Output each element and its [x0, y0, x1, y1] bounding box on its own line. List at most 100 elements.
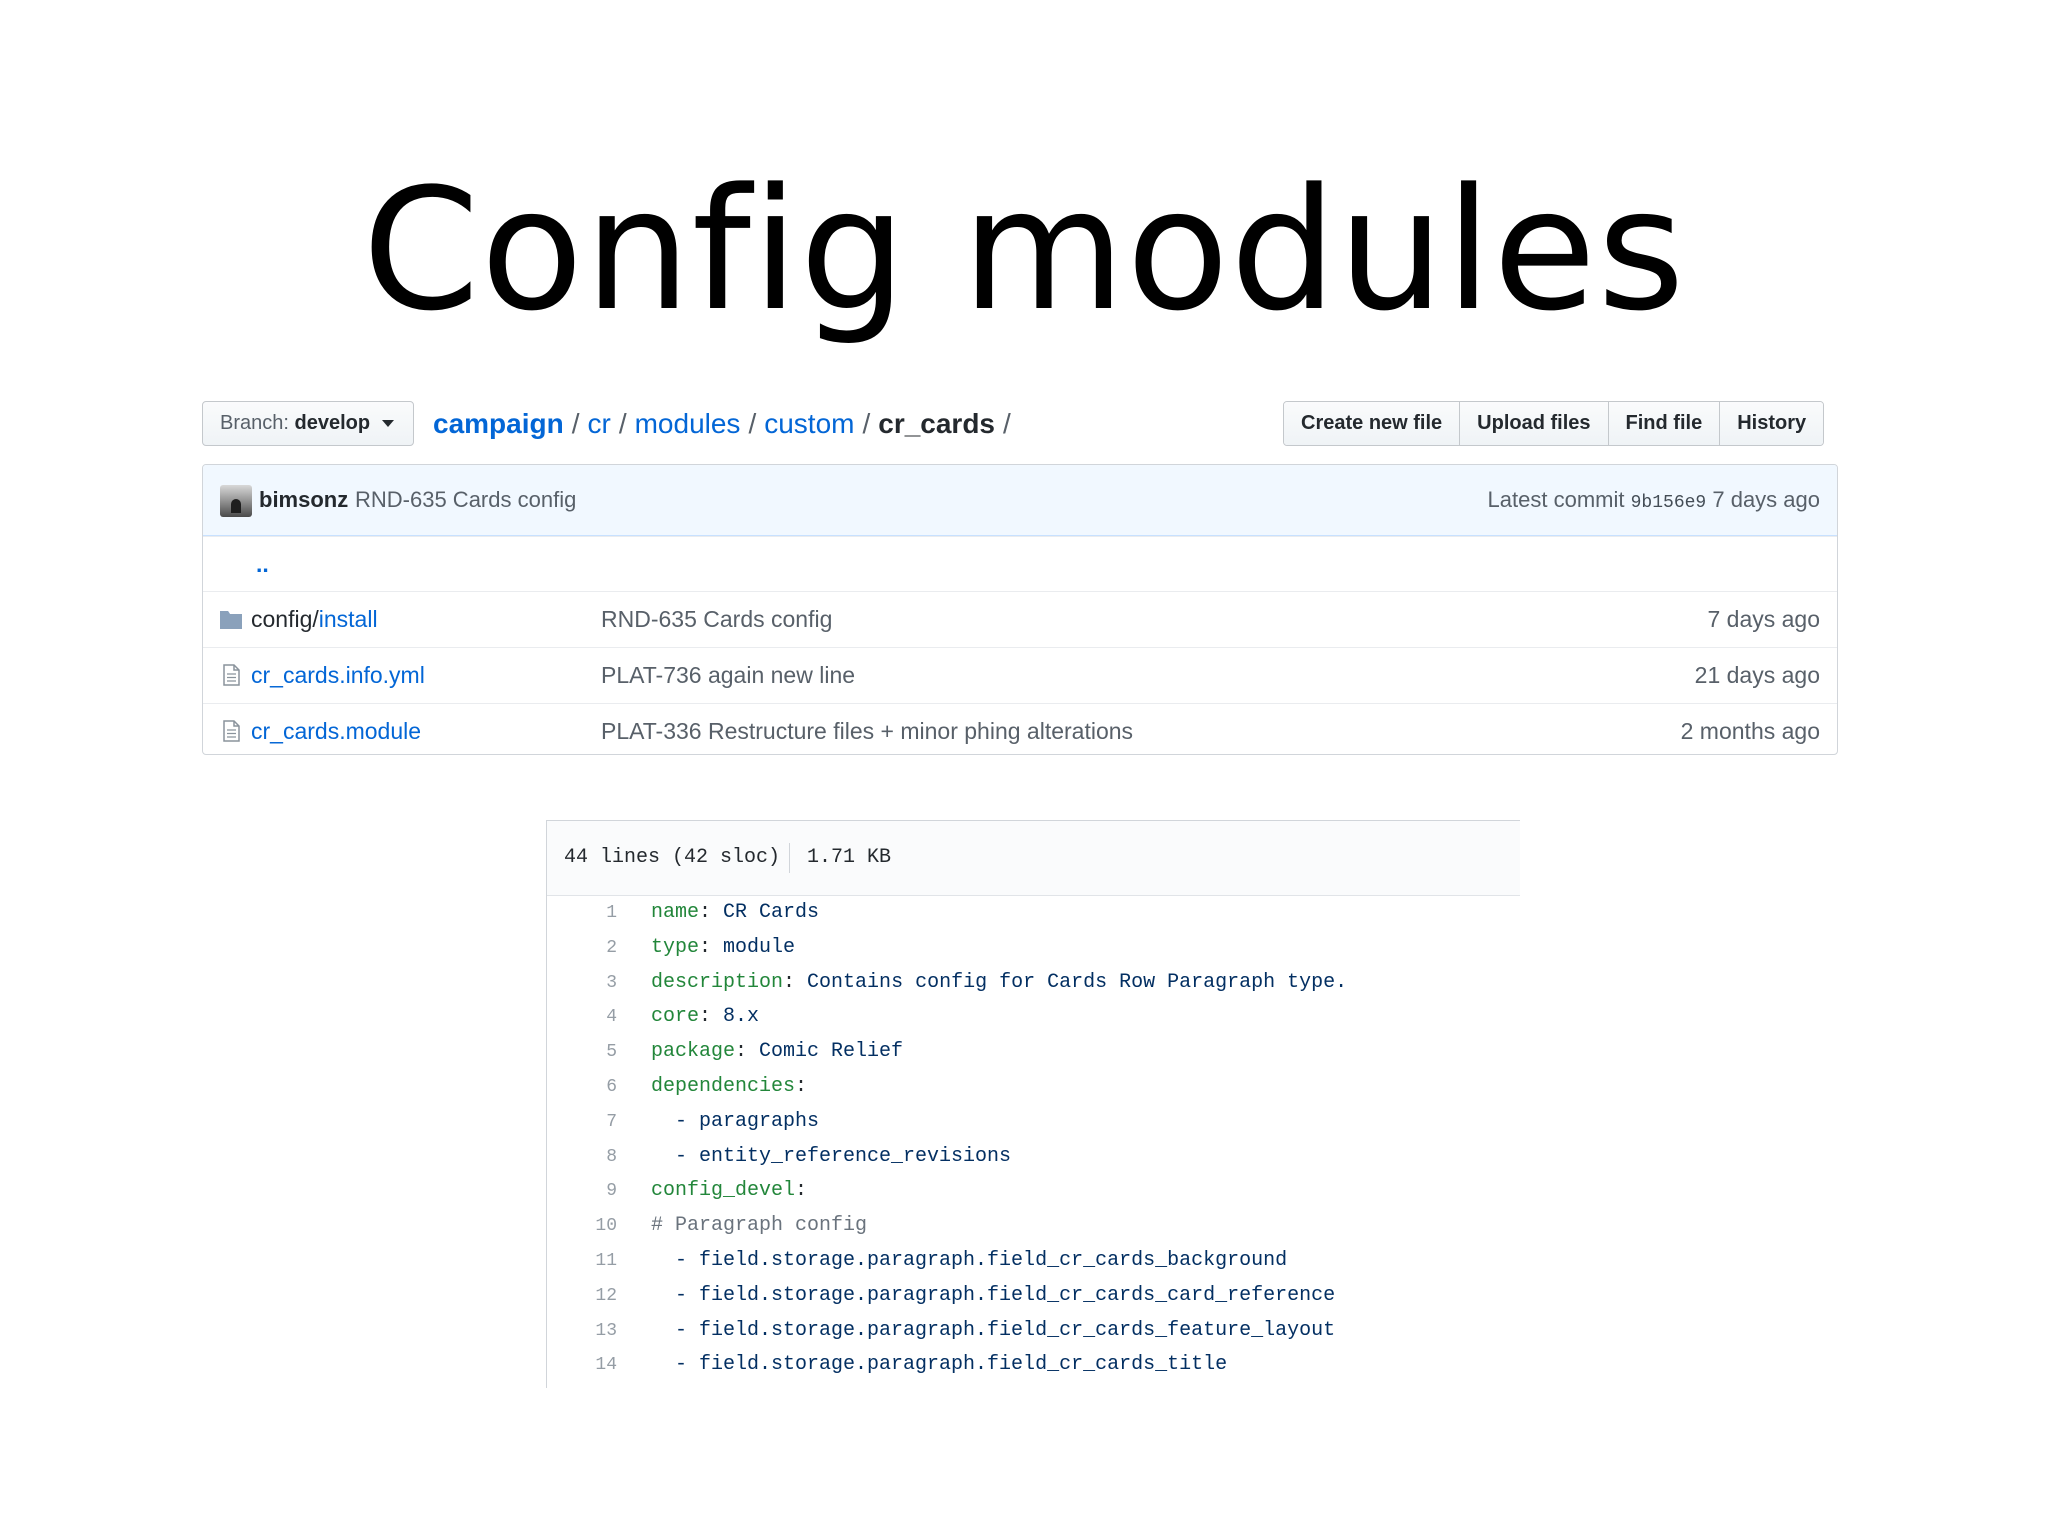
code-line: 7 - paragraphs: [547, 1105, 1520, 1140]
file-actions-button-group: Create new file Upload files Find file H…: [1283, 401, 1825, 446]
file-commit-message[interactable]: PLAT-736 again new line: [601, 648, 855, 703]
create-new-file-button[interactable]: Create new file: [1284, 402, 1461, 445]
commit-age: 7 days ago: [1712, 487, 1820, 512]
file-icon: [223, 664, 240, 686]
line-number[interactable]: 12: [547, 1279, 617, 1314]
yaml-value: - field.storage.paragraph.field_cr_cards…: [651, 1248, 1288, 1272]
code-text: name: CR Cards: [651, 896, 819, 931]
line-number[interactable]: 3: [547, 966, 617, 1001]
yaml-value: 8.x: [711, 1005, 760, 1029]
parent-directory-link[interactable]: ..: [256, 537, 269, 592]
line-number[interactable]: 8: [547, 1140, 617, 1175]
code-text: - paragraphs: [651, 1105, 819, 1140]
divider: [789, 843, 790, 873]
breadcrumb-separator: /: [618, 408, 627, 439]
line-number[interactable]: 9: [547, 1174, 617, 1209]
code-line: 8 - entity_reference_revisions: [547, 1140, 1520, 1175]
latest-commit-info: Latest commit 9b156e9 7 days ago: [1488, 465, 1820, 538]
breadcrumb-separator: /: [862, 408, 871, 439]
file-commit-message[interactable]: RND-635 Cards config: [601, 592, 832, 647]
commit-sha[interactable]: 9b156e9: [1631, 493, 1707, 513]
code-text: - field.storage.paragraph.field_cr_cards…: [651, 1244, 1287, 1279]
breadcrumb-separator: /: [1003, 408, 1011, 439]
yaml-value: CR Cards: [711, 901, 820, 924]
file-name[interactable]: cr_cards.module: [251, 704, 421, 754]
yaml-key: package: [651, 1040, 736, 1064]
breadcrumb-link-modules[interactable]: modules: [635, 408, 741, 439]
line-number[interactable]: 2: [547, 931, 617, 966]
code-viewer: 44 lines (42 sloc) 1.71 KB 1 name: CR Car…: [546, 820, 1520, 1388]
breadcrumb-current: cr_cards: [878, 408, 996, 439]
breadcrumb-link-custom[interactable]: custom: [764, 408, 854, 439]
line-count: 44 lines (42 sloc): [564, 846, 781, 869]
code-line: 6 dependencies:: [547, 1070, 1520, 1105]
line-number[interactable]: 10: [547, 1209, 617, 1244]
latest-commit-label: Latest commit: [1487, 487, 1625, 512]
folder-name-link[interactable]: install: [319, 606, 378, 632]
yaml-colon: :: [795, 1179, 808, 1203]
find-file-button[interactable]: Find file: [1608, 402, 1721, 445]
code-line: 5 package: Comic Relief: [547, 1035, 1520, 1070]
code-line: 2 type: module: [547, 931, 1520, 966]
breadcrumb-separator: /: [571, 408, 580, 439]
file-commit-message[interactable]: PLAT-336 Restructure files + minor phing…: [601, 704, 1133, 754]
file-name-link[interactable]: cr_cards.module: [251, 718, 421, 744]
yaml-value: - paragraphs: [651, 1109, 820, 1133]
yaml-value: Contains config for Cards Row Paragraph …: [795, 970, 1348, 994]
yaml-value: - field.storage.paragraph.field_cr_cards…: [651, 1353, 1228, 1377]
line-number[interactable]: 6: [547, 1070, 617, 1105]
line-number[interactable]: 5: [547, 1035, 617, 1070]
branch-label: Branch:: [220, 412, 289, 434]
commit-author[interactable]: bimsonz: [259, 465, 348, 535]
yaml-colon: :: [795, 1074, 808, 1098]
file-name[interactable]: cr_cards.info.yml: [251, 648, 425, 703]
yaml-value: module: [711, 935, 796, 959]
yaml-value: - entity_reference_revisions: [651, 1144, 1012, 1168]
code-line: 4 core: 8.x: [547, 1000, 1520, 1035]
latest-commit-bar: bimsonz RND-635 Cards config Latest comm…: [203, 465, 1837, 536]
file-listing: bimsonz RND-635 Cards config Latest comm…: [202, 464, 1838, 755]
breadcrumb-separator: /: [748, 408, 757, 439]
code-line: 14 - field.storage.paragraph.field_cr_ca…: [547, 1348, 1520, 1383]
line-number[interactable]: 11: [547, 1244, 617, 1279]
breadcrumb-link-cr[interactable]: cr: [587, 408, 610, 439]
file-icon: [223, 720, 240, 742]
history-button[interactable]: History: [1720, 402, 1824, 445]
yaml-key: type: [651, 935, 700, 959]
code-line: 10 # Paragraph config: [547, 1209, 1520, 1244]
code-text: - entity_reference_revisions: [651, 1140, 1011, 1175]
line-number[interactable]: 7: [547, 1105, 617, 1140]
code-file-info: 44 lines (42 sloc) 1.71 KB: [547, 821, 1520, 896]
code-text: description: Contains config for Cards R…: [651, 966, 1347, 1001]
yaml-key: name: [651, 901, 700, 924]
code-text: core: 8.x: [651, 1000, 759, 1035]
upload-files-button[interactable]: Upload files: [1460, 402, 1609, 445]
file-row: cr_cards.module PLAT-336 Restructure fil…: [203, 703, 1837, 754]
file-name[interactable]: config/install: [251, 592, 378, 647]
line-number[interactable]: 4: [547, 1000, 617, 1035]
file-row: config/install RND-635 Cards config 7 da…: [203, 591, 1837, 647]
file-row: cr_cards.info.yml PLAT-736 again new lin…: [203, 647, 1837, 703]
commit-message[interactable]: RND-635 Cards config: [355, 465, 576, 535]
avatar[interactable]: [220, 485, 252, 517]
code-text: - field.storage.paragraph.field_cr_cards…: [651, 1314, 1335, 1349]
breadcrumb-link-campaign[interactable]: campaign: [433, 408, 564, 439]
code-line: 11 - field.storage.paragraph.field_cr_ca…: [547, 1244, 1520, 1279]
code-text: type: module: [651, 931, 795, 966]
yaml-colon: :: [699, 901, 712, 924]
file-name-link[interactable]: cr_cards.info.yml: [251, 662, 425, 688]
branch-select-button[interactable]: Branch: develop: [202, 401, 414, 446]
code-line: 1 name: CR Cards: [547, 896, 1520, 931]
yaml-key: dependencies: [651, 1074, 796, 1098]
yaml-colon: :: [699, 1005, 712, 1029]
yaml-value: Comic Relief: [747, 1040, 904, 1064]
slide-title: Config modules: [362, 152, 1686, 348]
line-number[interactable]: 1: [547, 896, 617, 931]
code-line: 12 - field.storage.paragraph.field_cr_ca…: [547, 1279, 1520, 1314]
yaml-key: description: [651, 970, 784, 994]
yaml-colon: :: [699, 935, 712, 959]
folder-icon: [220, 611, 242, 629]
branch-value: develop: [294, 412, 371, 434]
line-number[interactable]: 14: [547, 1348, 617, 1383]
line-number[interactable]: 13: [547, 1314, 617, 1349]
